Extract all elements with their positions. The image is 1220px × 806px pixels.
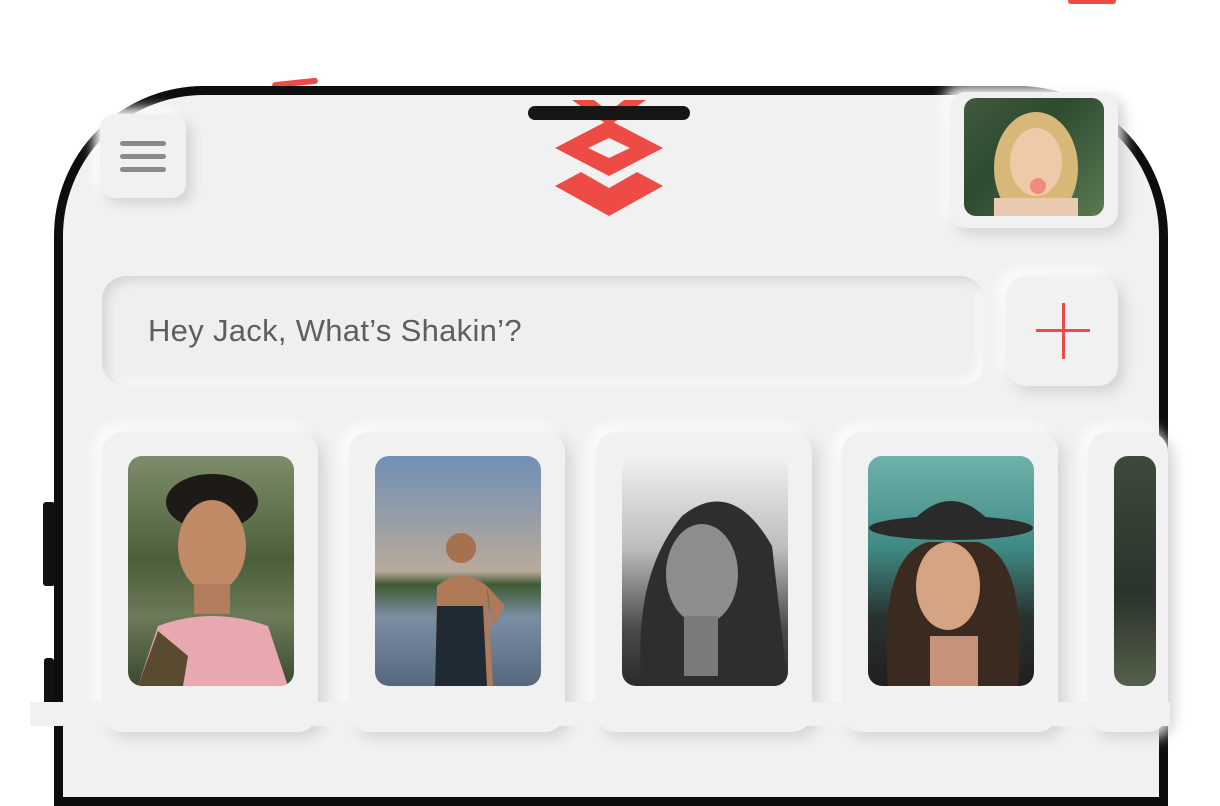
- avatar: [964, 98, 1104, 216]
- hamburger-menu-icon: [120, 140, 166, 146]
- phone-side-button-lower: [44, 658, 54, 708]
- phone-notch: [528, 106, 690, 120]
- story-card[interactable]: [1088, 432, 1168, 732]
- add-post-button[interactable]: [1006, 276, 1118, 386]
- status-prompt-field[interactable]: Hey Jack, What’s Shakin’?: [102, 276, 984, 386]
- story-photo: [128, 456, 294, 686]
- story-portrait: [435, 533, 505, 686]
- story-card[interactable]: [842, 432, 1058, 732]
- story-card[interactable]: [596, 432, 812, 732]
- story-portrait: [869, 501, 1033, 686]
- bottom-edge: [30, 702, 1170, 726]
- hamburger-bar: [120, 153, 166, 159]
- status-prompt-text: Hey Jack, What’s Shakin’?: [148, 313, 522, 348]
- hamburger-bar: [120, 166, 166, 172]
- story-photo: [868, 456, 1034, 686]
- story-photo: [375, 456, 541, 686]
- story-card[interactable]: [349, 432, 565, 732]
- story-portrait: [640, 501, 788, 686]
- decorative-glow-top: [1068, 0, 1116, 4]
- story-photo: [622, 456, 788, 686]
- story-photo: [1114, 456, 1156, 686]
- story-card[interactable]: [102, 432, 318, 732]
- phone-side-button: [43, 502, 55, 586]
- story-portrait: [138, 474, 288, 686]
- menu-button[interactable]: [100, 114, 186, 198]
- plus-icon-vertical: [1062, 303, 1065, 359]
- profile-avatar-button[interactable]: [950, 92, 1118, 228]
- avatar-portrait: [994, 112, 1078, 216]
